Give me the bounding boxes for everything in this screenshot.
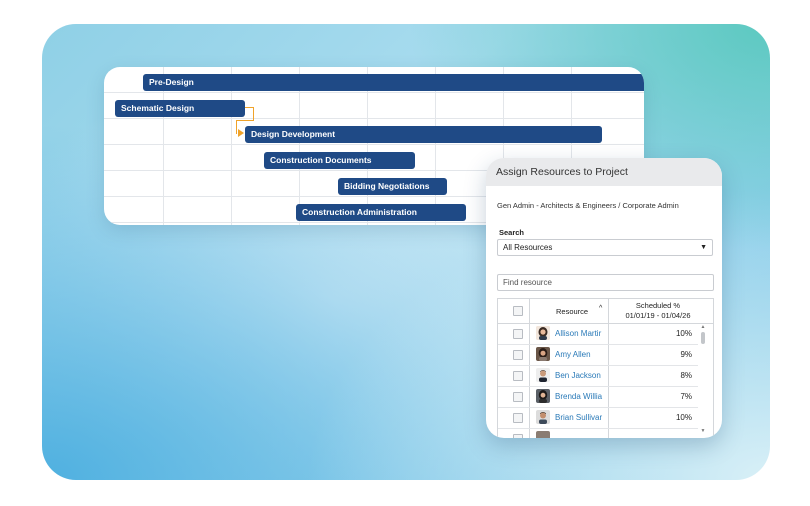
table-row[interactable]: Brian Sullivar 10%: [498, 407, 698, 429]
resource-name-link[interactable]: Amy Allen: [555, 350, 608, 359]
table-row[interactable]: Ben Jackson 8%: [498, 365, 698, 387]
resource-table: Resource ^ Scheduled % 01/01/19 - 01/04/…: [497, 298, 714, 438]
table-row[interactable]: Brenda Willia 7%: [498, 386, 698, 408]
grid-row-line: [104, 118, 644, 119]
sort-ascending-icon[interactable]: ^: [599, 305, 602, 312]
find-resource-input[interactable]: [497, 274, 714, 291]
scheduled-percent: 7%: [680, 392, 692, 401]
gantt-bar-schematic-design[interactable]: Schematic Design: [115, 100, 245, 117]
gantt-bar-design-development[interactable]: Design Development: [245, 126, 602, 143]
chevron-down-icon: ▼: [700, 244, 707, 251]
resource-filter-select[interactable]: All Resources ▼: [497, 239, 713, 256]
table-scrollbar[interactable]: ▲ ▼: [699, 324, 707, 436]
row-checkbox[interactable]: [513, 413, 523, 423]
table-row[interactable]: Amy Allen 9%: [498, 344, 698, 366]
row-checkbox[interactable]: [513, 434, 523, 438]
gantt-bar-pre-design[interactable]: Pre-Design: [143, 74, 644, 91]
assign-resources-dialog: Assign Resources to Project Gen Admin - …: [486, 158, 722, 438]
man-avatar-icon: [536, 368, 550, 382]
breadcrumb: Gen Admin - Architects & Engineers / Cor…: [497, 201, 679, 210]
dependency-connector: [245, 107, 254, 121]
scheduled-header-line2: 01/01/19 - 01/04/26: [625, 311, 691, 320]
woman-avatar-icon: [536, 389, 550, 403]
scroll-up-icon[interactable]: ▲: [699, 324, 707, 330]
grid-row-line: [104, 92, 644, 93]
grid-row-line: [104, 144, 644, 145]
select-value: All Resources: [503, 243, 553, 252]
table-row-partial[interactable]: [498, 428, 698, 438]
resource-name-link[interactable]: Allison Martir: [555, 329, 608, 338]
row-checkbox[interactable]: [513, 350, 523, 360]
row-checkbox[interactable]: [513, 392, 523, 402]
dialog-title: Assign Resources to Project: [486, 158, 722, 186]
column-divider: [529, 299, 530, 323]
column-header-resource[interactable]: Resource: [556, 307, 588, 316]
select-all-checkbox[interactable]: [513, 306, 523, 316]
scheduled-percent: 8%: [680, 371, 692, 380]
dependency-arrow-icon: [238, 129, 244, 137]
row-checkbox[interactable]: [513, 329, 523, 339]
scheduled-percent: 10%: [675, 329, 692, 338]
column-header-scheduled[interactable]: Scheduled % 01/01/19 - 01/04/26: [608, 301, 708, 321]
resource-name-link[interactable]: Brenda Willia: [555, 392, 608, 401]
scrollbar-thumb[interactable]: [701, 332, 705, 344]
gantt-bar-construction-documents[interactable]: Construction Documents: [264, 152, 415, 169]
resource-name-link[interactable]: Ben Jackson: [555, 371, 608, 380]
scheduled-percent: 10%: [675, 413, 692, 422]
resource-name-link[interactable]: Brian Sullivar: [555, 413, 608, 422]
woman-avatar-icon: [536, 326, 550, 340]
avatar-icon: [536, 431, 550, 438]
woman-avatar-icon: [536, 347, 550, 361]
scroll-down-icon[interactable]: ▼: [699, 428, 707, 434]
table-row[interactable]: Allison Martir 10%: [498, 323, 698, 345]
man-avatar-icon: [536, 410, 550, 424]
gantt-bar-construction-administration[interactable]: Construction Administration: [296, 204, 466, 221]
scheduled-header-line1: Scheduled %: [635, 301, 681, 310]
gantt-bar-bidding-negotiations[interactable]: Bidding Negotiations: [338, 178, 447, 195]
table-header: Resource ^ Scheduled % 01/01/19 - 01/04/…: [498, 299, 713, 324]
row-checkbox[interactable]: [513, 371, 523, 381]
scheduled-percent: 9%: [680, 350, 692, 359]
search-label: Search: [499, 228, 525, 237]
